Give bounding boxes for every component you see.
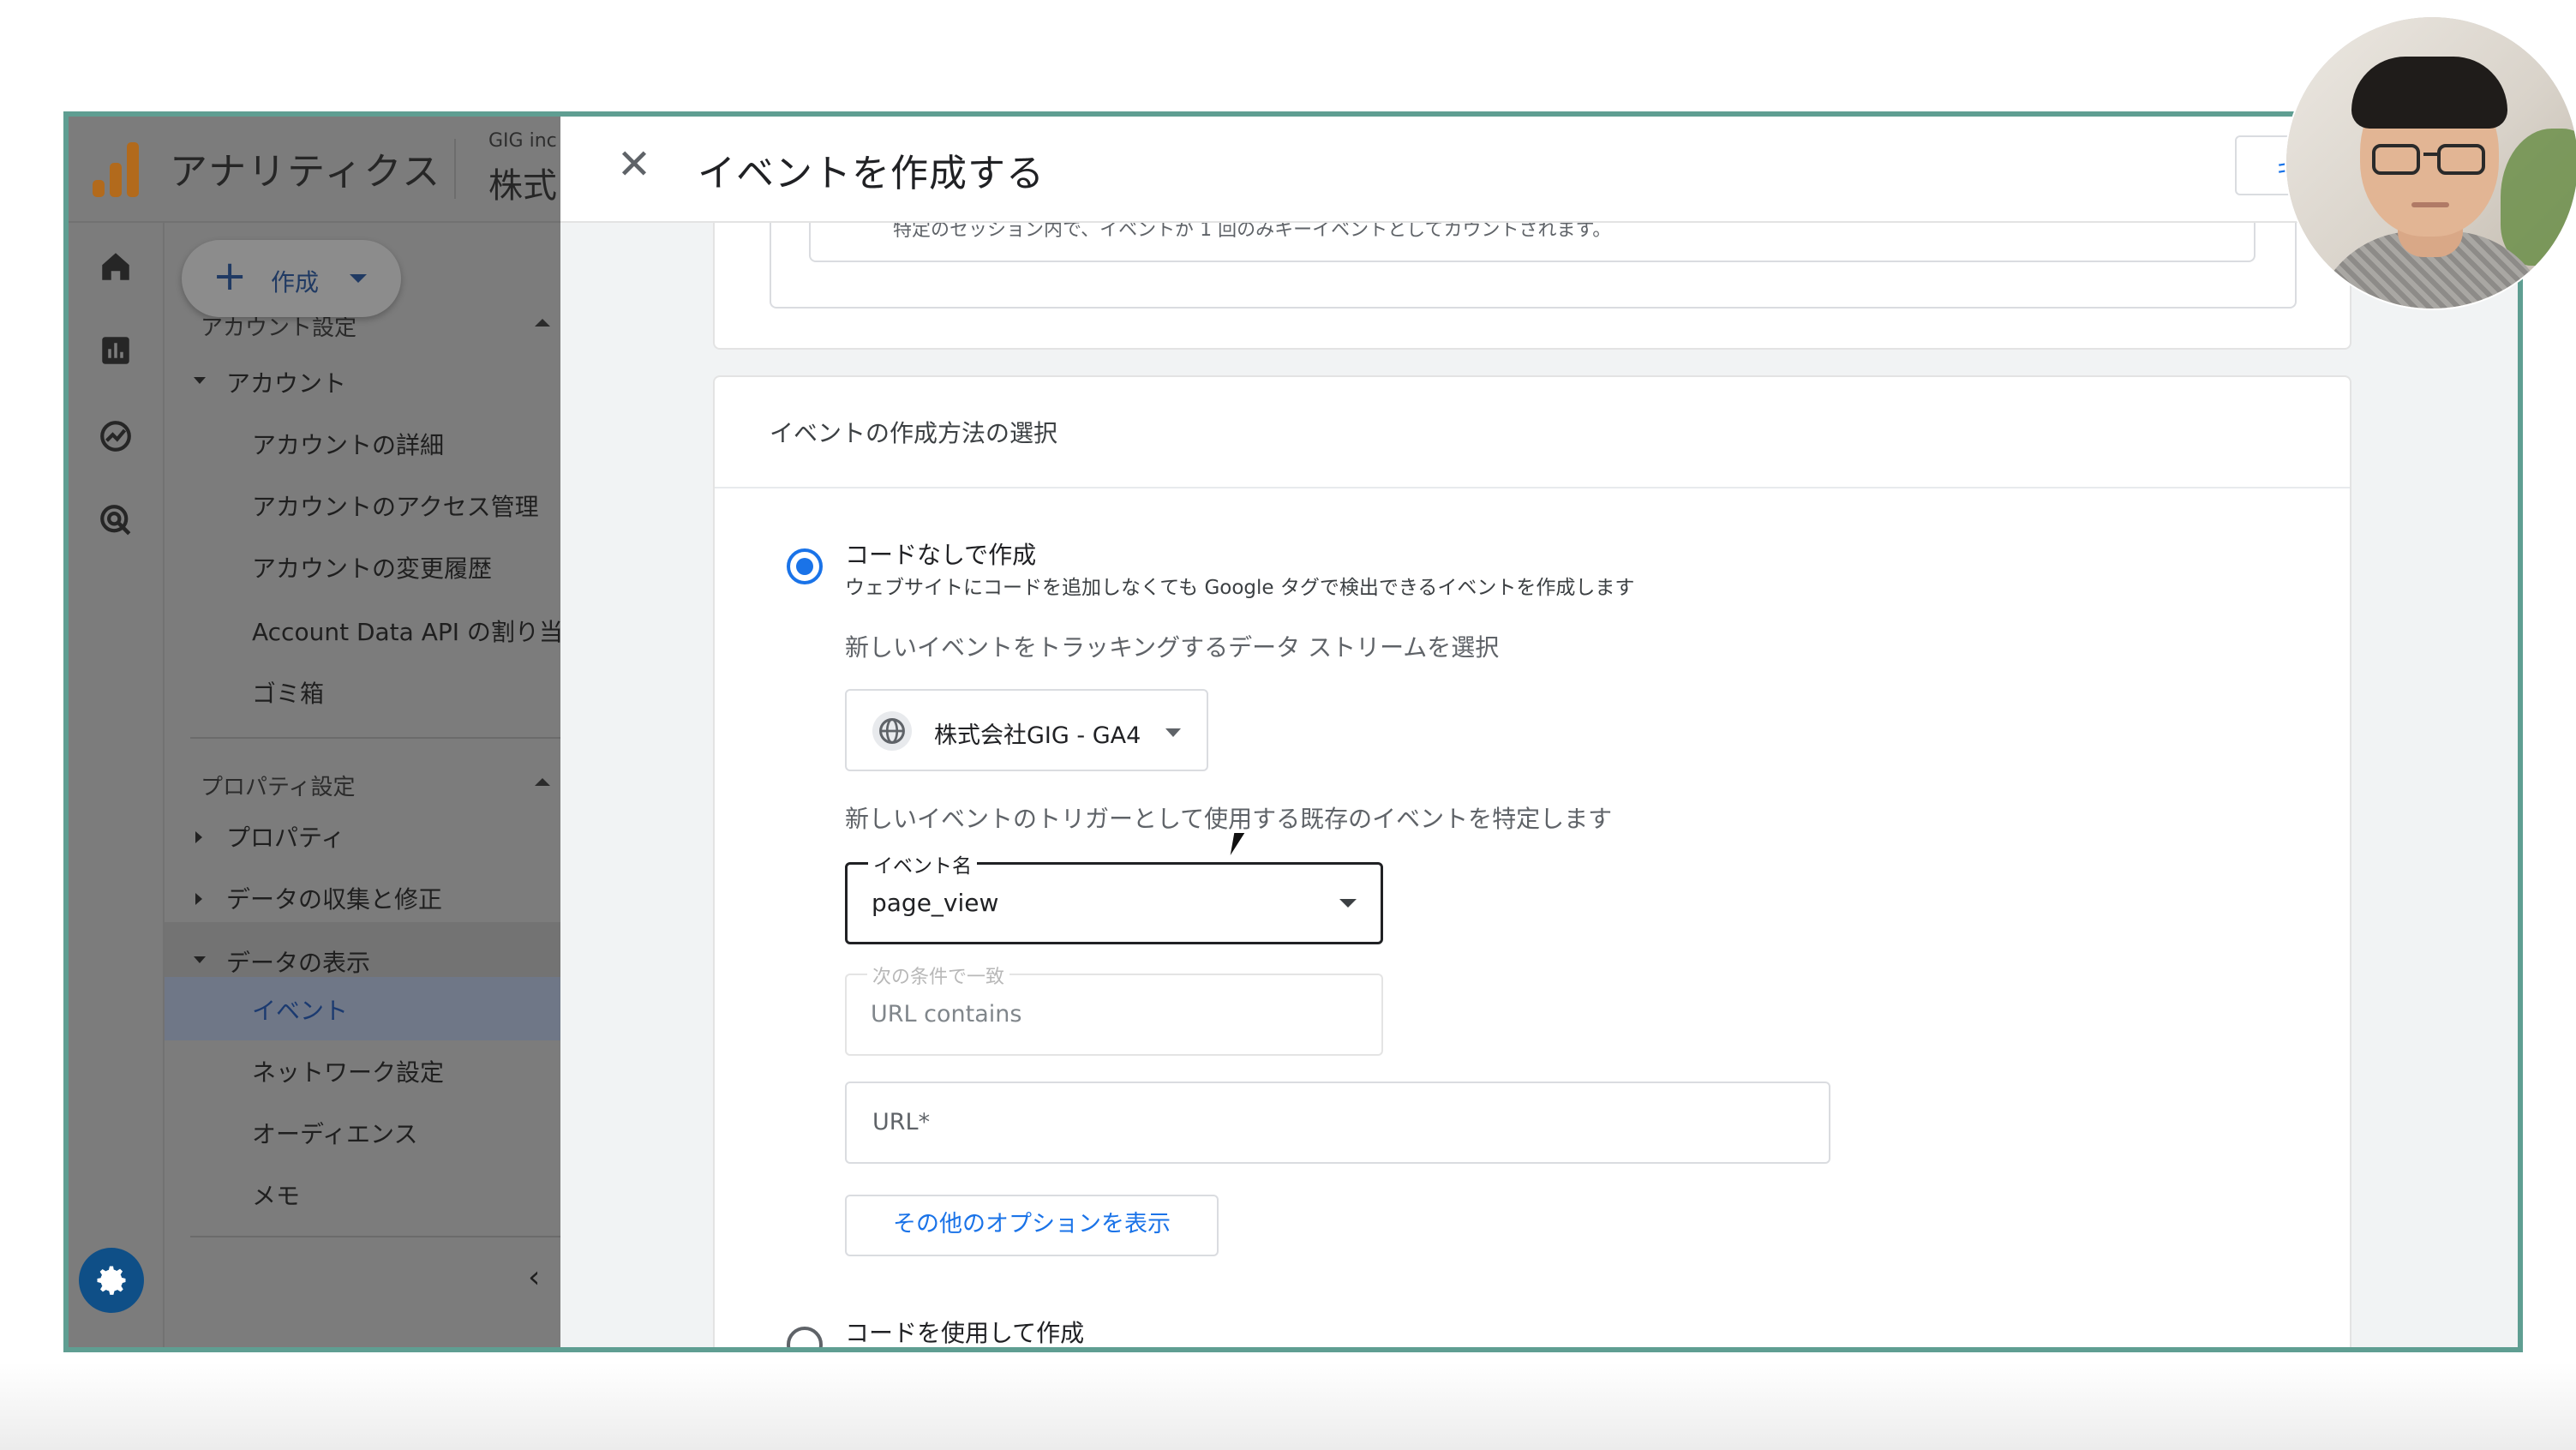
url-input[interactable]: URL* xyxy=(845,1082,1830,1164)
admin-sidenav: アカウント設定 + 作成 アカウント アカウントの詳細 アカウントのアクセス管理… xyxy=(163,223,562,1347)
nav-item-account-history[interactable]: アカウントの変更履歴 xyxy=(252,550,492,584)
header-divider xyxy=(454,139,456,199)
app-header: アナリティクス GIG inc 株式 xyxy=(69,117,560,223)
gear-icon xyxy=(97,1266,126,1295)
card-title: イベントの作成方法の選択 xyxy=(770,419,1058,447)
event-name-select[interactable]: イベント名 page_view xyxy=(845,849,1383,944)
nav-item-notes[interactable]: メモ xyxy=(252,1177,300,1212)
analytics-logo-icon xyxy=(93,142,141,197)
explore-icon[interactable] xyxy=(98,418,134,454)
condition-value: URL contains xyxy=(871,1001,1022,1028)
reports-icon[interactable] xyxy=(98,333,134,368)
collapse-nav-icon[interactable]: ‹ xyxy=(528,1260,540,1295)
collapse-account-icon[interactable] xyxy=(535,319,550,327)
dialog-header: ✕ イベントを作成する キャンセル xyxy=(560,117,2518,223)
bottom-fade xyxy=(0,1363,2576,1450)
nav-item-trash[interactable]: ゴミ箱 xyxy=(252,675,324,710)
chevron-down-icon xyxy=(350,274,367,283)
property-name[interactable]: 株式 xyxy=(488,158,557,207)
collapse-property-icon[interactable] xyxy=(535,778,550,786)
nav-rail xyxy=(69,223,163,1347)
glasses-right-lens xyxy=(2437,144,2485,175)
chevron-down-icon xyxy=(1339,899,1357,908)
creation-method-card: イベントの作成方法の選択 コードなしで作成 ウェブサイトにコードを追加しなくても… xyxy=(713,375,2351,1347)
radio-with-code[interactable] xyxy=(787,1327,823,1347)
plus-icon: + xyxy=(213,252,248,300)
nav-item-account-details[interactable]: アカウントの詳細 xyxy=(252,427,444,461)
create-event-dialog: ✕ イベントを作成する キャンセル 特定のセッション内で、イベントが 1 回のみ… xyxy=(560,117,2518,1347)
nav-group-property[interactable]: プロパティ xyxy=(226,819,344,854)
key-event-desc: 特定のセッション内で、イベントが 1 回のみキーイベントとしてカウントされます。 xyxy=(893,223,1612,241)
nav-item-audiences[interactable]: オーディエンス xyxy=(252,1116,417,1150)
nav-group-data-display[interactable]: データの表示 xyxy=(226,944,370,979)
event-name-value: page_view xyxy=(872,889,999,917)
app-frame: アナリティクス GIG inc 株式 アカウント設定 + 作成 アカウント アカ… xyxy=(63,111,2523,1352)
key-event-card: 特定のセッション内で、イベントが 1 回のみキーイベントとしてカウントされます。 xyxy=(713,223,2351,350)
app-title: アナリティクス xyxy=(170,150,442,194)
show-more-options-button[interactable]: その他のオプションを表示 xyxy=(845,1195,1219,1256)
expand-account-icon[interactable] xyxy=(194,377,206,384)
dialog-title: イベントを作成する xyxy=(698,152,1045,195)
expand-property-icon[interactable] xyxy=(195,831,202,843)
expand-data-collection-icon[interactable] xyxy=(195,893,202,905)
condition-label: 次の条件で一致 xyxy=(867,962,1010,989)
webcam-overlay xyxy=(2286,17,2576,309)
expand-data-display-icon[interactable] xyxy=(194,956,206,963)
home-icon[interactable] xyxy=(98,249,134,285)
admin-gear-icon[interactable] xyxy=(79,1248,144,1313)
option-no-code-desc: ウェブサイトにコードを追加しなくても Google タグで検出できるイベントを作… xyxy=(845,577,1635,599)
close-icon[interactable]: ✕ xyxy=(608,139,660,190)
card-header: イベントの作成方法の選択 xyxy=(715,377,2350,488)
nav-divider xyxy=(190,737,560,739)
stream-label: 新しいイベントをトラッキングするデータ ストリームを選択 xyxy=(845,633,1500,662)
event-name-label: イベント名 xyxy=(868,849,977,878)
webcam-person-mouth xyxy=(2411,202,2449,207)
nav-item-selected-bg xyxy=(165,977,560,1040)
nav-item-network-settings[interactable]: ネットワーク設定 xyxy=(252,1054,444,1088)
nav-item-account-data-api[interactable]: Account Data API の割り当 xyxy=(252,614,562,648)
option-with-code-title: コードを使用して作成 xyxy=(845,1319,1085,1347)
url-placeholder: URL* xyxy=(872,1109,931,1135)
glasses-bridge xyxy=(2423,153,2437,156)
account-name[interactable]: GIG inc xyxy=(488,130,557,152)
chevron-down-icon xyxy=(1165,728,1181,737)
nav-group-data-collection[interactable]: データの収集と修正 xyxy=(226,881,442,915)
nav-group-account[interactable]: アカウント xyxy=(226,365,346,399)
trigger-label: 新しいイベントのトリガーとして使用する既存のイベントを特定します xyxy=(845,805,1613,833)
advertising-icon[interactable] xyxy=(98,502,134,538)
create-button-label: 作成 xyxy=(271,268,320,297)
nav-item-account-access[interactable]: アカウントのアクセス管理 xyxy=(252,488,539,523)
nav-item-events[interactable]: イベント xyxy=(252,992,348,1027)
condition-select[interactable]: 次の条件で一致 URL contains xyxy=(845,962,1383,1056)
glasses-left-lens xyxy=(2372,144,2420,175)
key-event-option-inner: 特定のセッション内で、イベントが 1 回のみキーイベントとしてカウントされます。 xyxy=(809,223,2255,262)
radio-no-code[interactable] xyxy=(787,548,823,584)
stream-value: 株式会社GIG - GA4 xyxy=(934,722,1141,749)
nav-divider xyxy=(190,1236,560,1237)
create-button[interactable]: + 作成 xyxy=(182,240,401,317)
webcam-person-hair xyxy=(2351,57,2507,129)
stream-select[interactable]: 株式会社GIG - GA4 xyxy=(845,689,1208,771)
screen: アナリティクス GIG inc 株式 アカウント設定 + 作成 アカウント アカ… xyxy=(0,0,2576,1450)
option-no-code-title: コードなしで作成 xyxy=(845,541,1037,569)
globe-icon xyxy=(872,711,912,751)
nav-section-property: プロパティ設定 xyxy=(201,775,356,800)
